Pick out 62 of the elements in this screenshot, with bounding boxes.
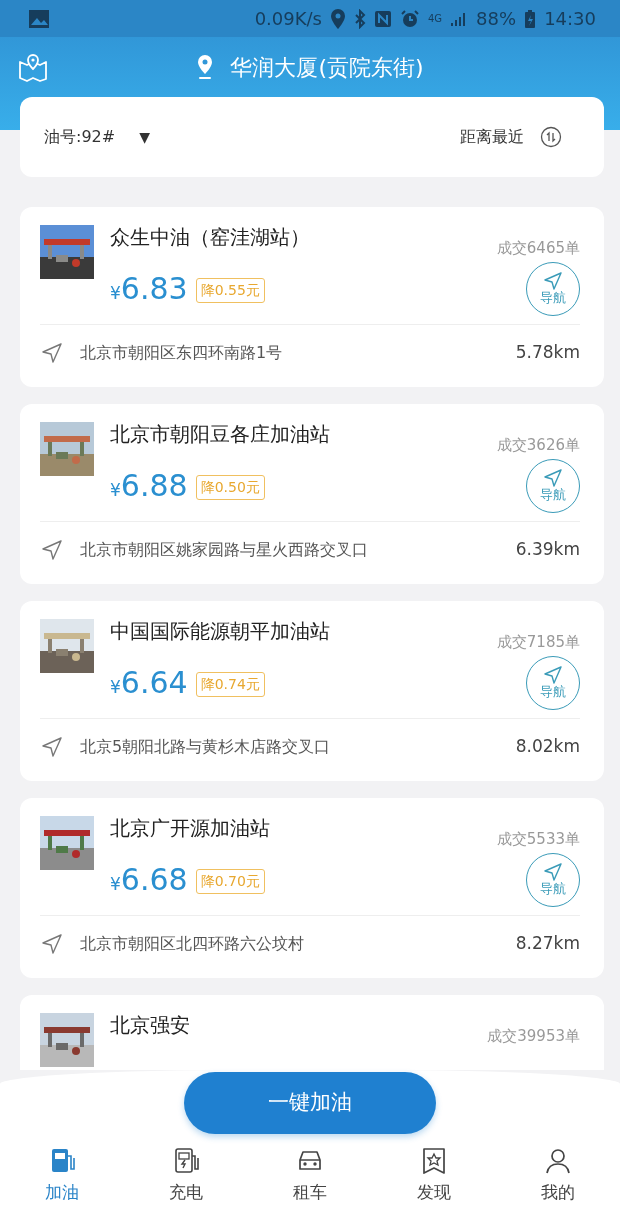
- fuel-selector[interactable]: 油号:92# ▼: [44, 125, 150, 149]
- distance: 8.02km: [515, 734, 580, 758]
- battery-level: 88%: [476, 7, 517, 31]
- tab-item[interactable]: 加油: [22, 1146, 102, 1206]
- direction-icon: [40, 537, 64, 562]
- fuel-price: ¥6.68: [110, 864, 188, 895]
- bluetooth-icon: [354, 8, 366, 29]
- station-name: 北京市朝阳豆各庄加油站: [110, 422, 331, 446]
- station-name: 北京广开源加油站: [110, 816, 271, 840]
- distance: 5.78km: [515, 340, 580, 364]
- station-address: 北京市朝阳区北四环路六公坟村: [80, 932, 305, 955]
- nfc-icon: [374, 9, 392, 28]
- discount-tag: 降0.50元: [195, 475, 265, 500]
- tab-item[interactable]: 发现: [394, 1146, 474, 1206]
- navigation-icon: [543, 862, 563, 883]
- station-name: 北京强安: [110, 1013, 191, 1037]
- sort-button[interactable]: 距离最近: [460, 125, 562, 149]
- location-icon: [330, 7, 346, 30]
- order-count: 成交5533单: [496, 829, 580, 850]
- order-count: 成交3626单: [496, 435, 580, 456]
- dropdown-icon: ▼: [139, 126, 150, 148]
- tab-item[interactable]: 租车: [270, 1146, 350, 1206]
- direction-icon: [40, 340, 64, 365]
- image-icon: [28, 8, 50, 29]
- clock-time: 14:30: [544, 7, 596, 31]
- network-type: 4G: [428, 12, 443, 26]
- station-card[interactable]: 北京广开源加油站 成交5533单 ¥6.68 降0.70元 导航 北京市朝阳区北四环路六公坟村 8.27km: [20, 798, 604, 978]
- station-card[interactable]: 中国国际能源朝平加油站 成交7185单 ¥6.64 降0.74元 导航 北京5朝阳北路与黄杉木店路交叉口 8.02km: [20, 601, 604, 781]
- user-icon: [543, 1146, 573, 1176]
- fuel-price: ¥6.64: [110, 667, 188, 698]
- station-address: 北京5朝阳北路与黄杉木店路交叉口: [80, 735, 332, 758]
- navigation-icon: [543, 468, 563, 489]
- station-address: 北京市朝阳区姚家园路与星火西路交叉口: [80, 538, 369, 561]
- tab-item[interactable]: 我的: [518, 1146, 598, 1206]
- pin-icon: [196, 54, 215, 80]
- station-name: 众生中油（窑洼湖站）: [110, 225, 311, 249]
- navigation-icon: [543, 271, 563, 292]
- distance: 6.39km: [515, 537, 580, 561]
- map-icon[interactable]: [18, 52, 48, 82]
- refuel-button[interactable]: 一键加油: [184, 1072, 436, 1134]
- direction-icon: [40, 734, 64, 759]
- battery-icon: [524, 8, 537, 29]
- station-card[interactable]: 北京强安 成交39953单: [20, 995, 604, 1070]
- distance: 8.27km: [515, 931, 580, 955]
- discount-tag: 降0.70元: [195, 869, 265, 894]
- order-count: 成交39953单: [487, 1026, 580, 1047]
- alarm-icon: [400, 8, 420, 29]
- sort-icon: [540, 126, 562, 148]
- station-card[interactable]: 北京市朝阳豆各庄加油站 成交3626单 ¥6.88 降0.50元 导航 北京市朝阳区姚家园路与星火西路交叉口 6.39km: [20, 404, 604, 584]
- order-count: 成交7185单: [496, 632, 580, 653]
- fuel-price: ¥6.88: [110, 470, 188, 501]
- station-card[interactable]: 众生中油（窑洼湖站） 成交6465单 ¥6.83 降0.55元 导航 北京市朝阳区东四环南路1号 5.78km: [20, 207, 604, 387]
- station-name: 中国国际能源朝平加油站: [110, 619, 331, 643]
- discount-tag: 降0.55元: [195, 278, 265, 303]
- direction-icon: [40, 931, 64, 956]
- order-count: 成交6465单: [496, 238, 580, 259]
- station-address: 北京市朝阳区东四环南路1号: [80, 341, 284, 364]
- discount-tag: 降0.74元: [195, 672, 265, 697]
- navigation-icon: [543, 665, 563, 686]
- network-speed: 0.09K/s: [254, 7, 322, 31]
- fuel-price: ¥6.83: [110, 273, 188, 304]
- tab-item[interactable]: 充电: [146, 1146, 226, 1206]
